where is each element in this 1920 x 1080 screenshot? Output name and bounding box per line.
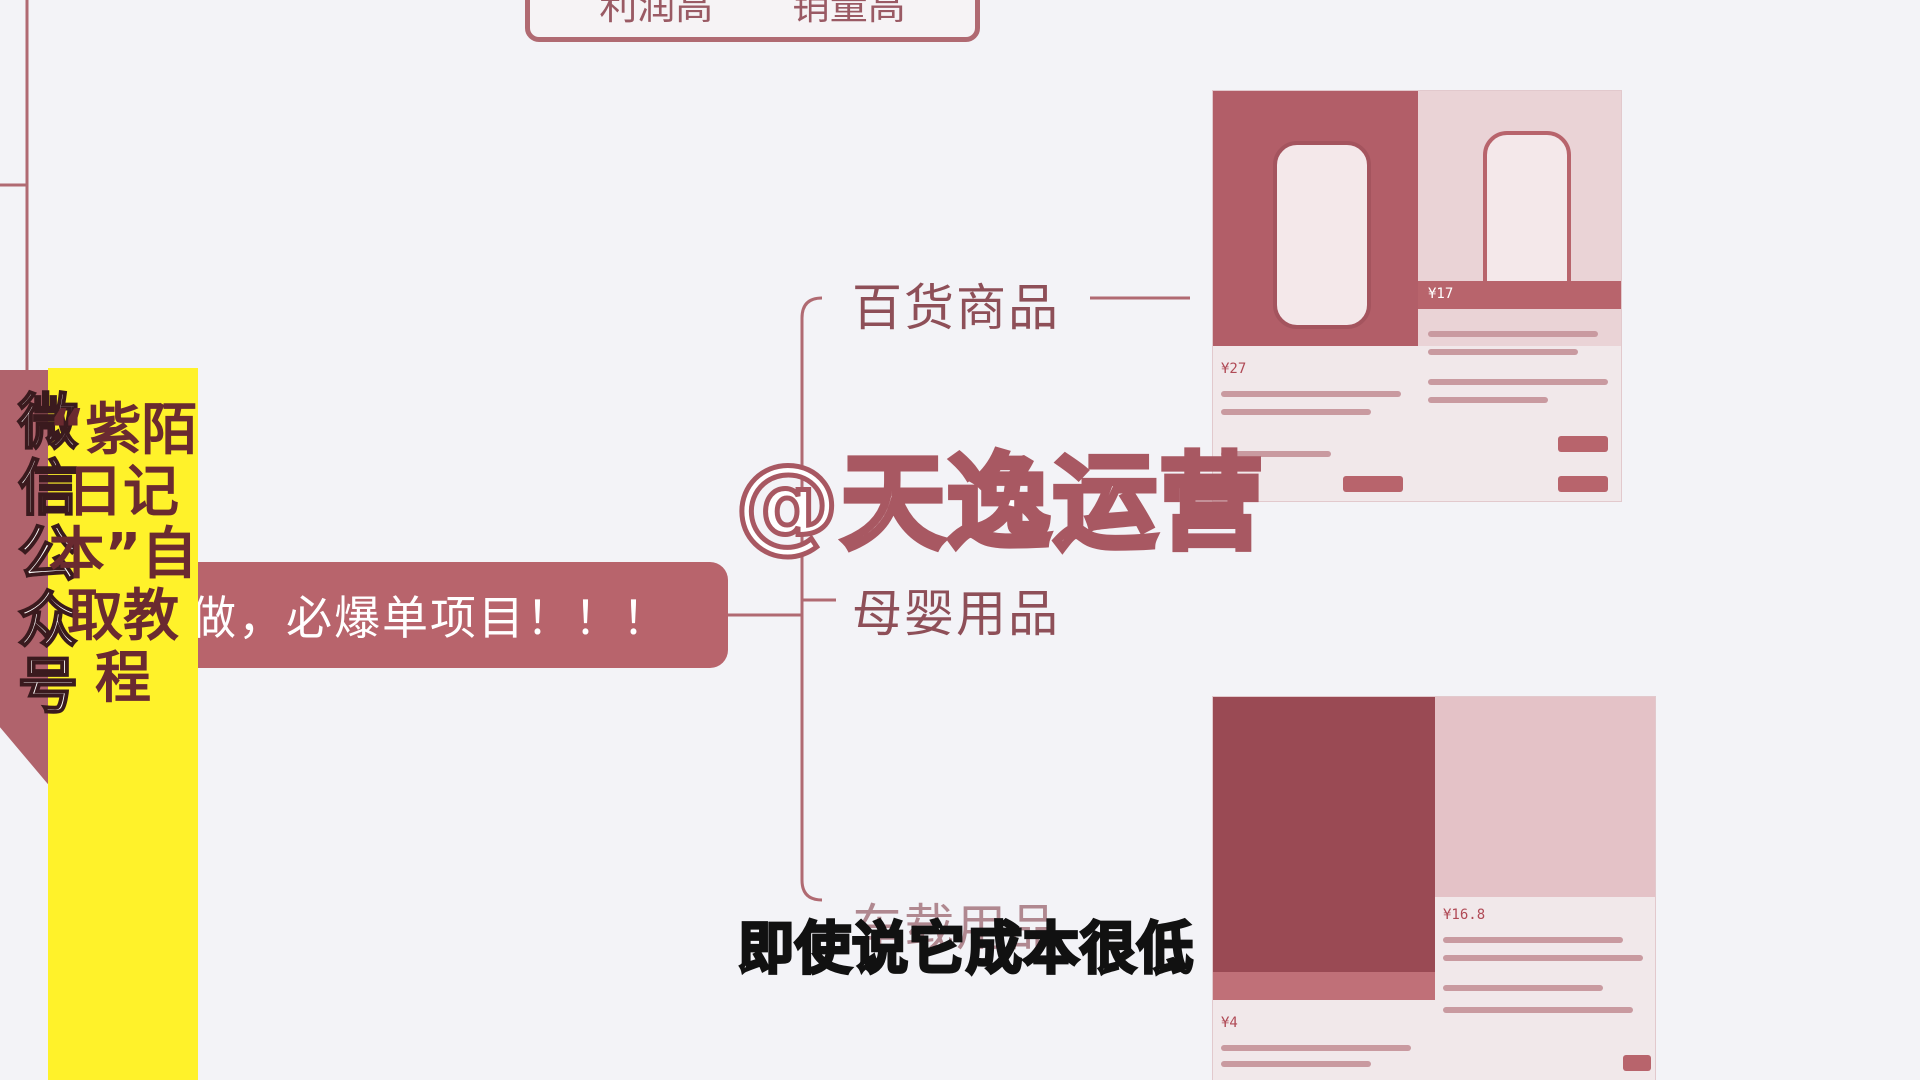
buy-button [1558,476,1608,492]
price-side: ¥4 [1221,1015,1238,1031]
node-label-sales: 销量高 [791,0,906,28]
mindmap-node-center: 做，必爆单项目！！！ [160,562,728,668]
product-screenshot-bottle: ¥27 ¥17 [1212,90,1622,502]
mindmap-node-top: 利润高 销量高 [525,0,980,42]
branch-label-baby-products: 母婴用品 [852,585,1060,643]
product-photo-right [1435,697,1655,897]
buy-button [1623,1055,1651,1071]
bottle-icon [1273,141,1371,329]
buy-button [1343,476,1403,492]
buy-button [1558,436,1608,452]
node-label-profit: 利润高 [599,0,714,28]
center-node-label: 做，必爆单项目！！！ [190,591,670,645]
price-banner [1213,972,1435,1000]
video-subtitle: 即使说它成本很低 [737,916,1195,984]
video-frame: 利润高 销量高 做，必爆单项目！！！ 百货商品 母婴用品 车载用品 ¥27 ¥1… [0,0,1920,1080]
price-main: ¥27 [1221,361,1247,377]
banner-promo-label: “紫陌日记本”自取教程 [48,398,198,711]
product-photo-left [1213,697,1435,972]
price-main: ¥16.8 [1443,907,1486,923]
price-side: ¥17 [1428,286,1454,302]
watermark-text: @天逸运营 [732,440,1266,567]
product-screenshot-keychain: ¥16.8 ¥4 [1212,696,1656,1080]
branch-label-general-goods: 百货商品 [852,279,1060,337]
